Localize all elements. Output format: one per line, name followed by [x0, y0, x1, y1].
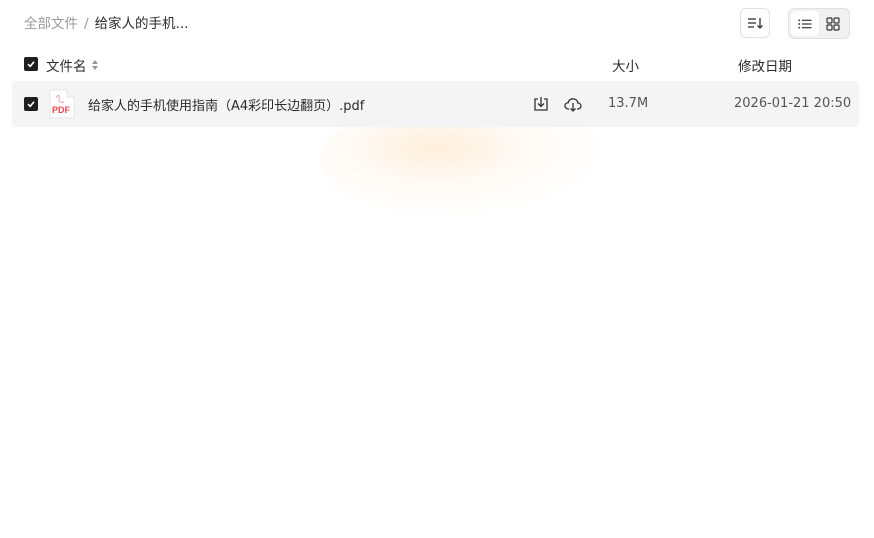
- breadcrumb: 全部文件 / 给家人的手机...: [24, 15, 188, 33]
- select-all-checkbox[interactable]: [24, 57, 38, 71]
- breadcrumb-root-link[interactable]: 全部文件: [24, 15, 78, 33]
- file-row-checkbox[interactable]: [24, 97, 38, 111]
- file-row[interactable]: PDF 给家人的手机使用指南（A4彩印长边翻页）.pdf 13.7M 2026-…: [12, 81, 859, 127]
- view-mode-toggle: [788, 8, 850, 39]
- download-icon: [534, 97, 548, 111]
- column-header-modified[interactable]: 修改日期: [738, 55, 792, 75]
- sort-icon: [748, 18, 763, 29]
- list-view-icon: [798, 19, 812, 28]
- column-header-name[interactable]: 文件名: [46, 55, 99, 75]
- table-header: 文件名 大小 修改日期: [24, 54, 854, 75]
- svg-text:PDF: PDF: [52, 105, 71, 115]
- column-header-size[interactable]: 大小: [612, 55, 639, 75]
- file-modified-date: 2026-01-21 20:50: [734, 96, 852, 111]
- breadcrumb-separator: /: [84, 16, 89, 32]
- breadcrumb-current-folder: 给家人的手机...: [94, 16, 189, 32]
- grid-view-icon: [826, 16, 840, 31]
- pdf-file-icon: PDF: [49, 89, 75, 123]
- cloud-save-icon: [564, 98, 582, 112]
- check-icon: [27, 61, 35, 68]
- file-size: 13.7M: [608, 96, 649, 111]
- sort-button[interactable]: [740, 8, 770, 38]
- list-view-button[interactable]: [791, 11, 819, 36]
- check-icon: [27, 101, 35, 108]
- save-to-cloud-button[interactable]: [564, 95, 582, 113]
- file-name-link[interactable]: 给家人的手机使用指南（A4彩印长边翻页）.pdf: [88, 95, 364, 114]
- download-button[interactable]: [532, 95, 550, 113]
- sort-toggle-icon: [91, 59, 99, 71]
- column-header-name-label: 文件名: [46, 59, 87, 75]
- grid-view-button[interactable]: [819, 11, 847, 36]
